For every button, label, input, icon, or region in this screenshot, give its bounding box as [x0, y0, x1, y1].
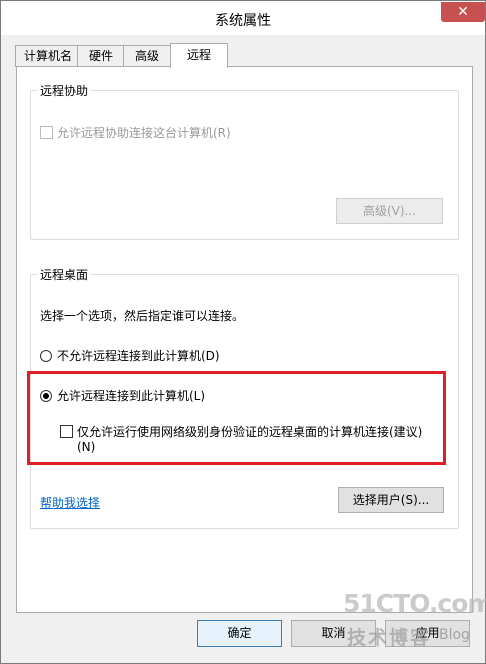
- highlight-box: [27, 371, 446, 465]
- title-bar: 系统属性 ✕: [1, 1, 485, 35]
- allow-remote-assistance-checkbox[interactable]: [40, 126, 53, 139]
- window-title: 系统属性: [215, 13, 271, 29]
- cancel-button[interactable]: 取消: [291, 620, 376, 647]
- tab-advanced[interactable]: 高级: [123, 45, 171, 67]
- select-users-button[interactable]: 选择用户(S)...: [338, 487, 444, 513]
- apply-button[interactable]: 应用: [385, 620, 470, 647]
- remote-assistance-title: 远程协助: [37, 82, 92, 99]
- close-button[interactable]: ✕: [441, 2, 485, 22]
- tab-hardware[interactable]: 硬件: [77, 45, 125, 67]
- remote-desktop-instruction: 选择一个选项，然后指定谁可以连接。: [40, 309, 245, 323]
- deny-remote-radio[interactable]: [40, 350, 52, 362]
- allow-remote-assistance-label: 允许远程协助连接这台计算机(R): [57, 126, 231, 140]
- help-me-choose-link[interactable]: 帮助我选择: [40, 494, 100, 511]
- advanced-button[interactable]: 高级(V)...: [336, 198, 443, 224]
- remote-assistance-group: 远程协助 允许远程协助连接这台计算机(R) 高级(V)...: [30, 82, 459, 240]
- deny-remote-label: 不允许远程连接到此计算机(D): [57, 349, 220, 363]
- close-icon: ✕: [457, 4, 469, 20]
- tab-remote[interactable]: 远程: [170, 43, 228, 68]
- tab-computer-name[interactable]: 计算机名: [15, 45, 81, 67]
- system-properties-window: 系统属性 ✕ 计算机名 硬件 高级 远程 远程协助 允许远程协助连接这台计算机(…: [0, 0, 486, 664]
- remote-desktop-title: 远程桌面: [37, 266, 92, 283]
- ok-button[interactable]: 确定: [197, 620, 282, 647]
- remote-tab-panel: 远程协助 允许远程协助连接这台计算机(R) 高级(V)... 远程桌面 选择一个…: [16, 66, 473, 613]
